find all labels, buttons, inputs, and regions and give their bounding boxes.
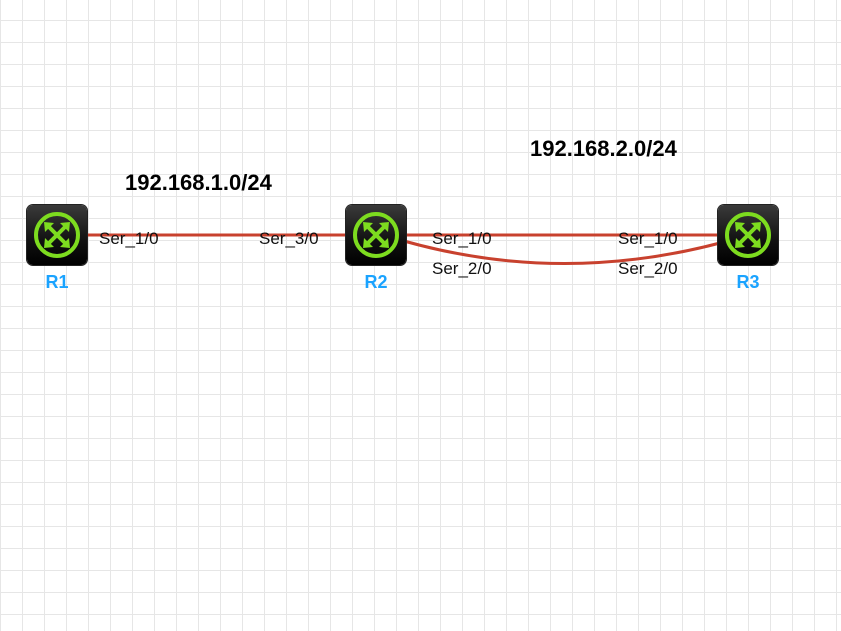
port-label-r2-ser2: Ser_2/0 (432, 259, 492, 278)
router-icon (353, 212, 399, 258)
link-layer (86, 233, 721, 265)
router-r1[interactable] (27, 205, 87, 265)
network-label-2: 192.168.2.0/24 (530, 136, 677, 161)
port-label-r1-ser1: Ser_1/0 (99, 229, 159, 248)
port-label-r2-ser3: Ser_3/0 (259, 229, 319, 248)
port-label-r3-ser1: Ser_1/0 (618, 229, 678, 248)
port-label-r2-ser1: Ser_1/0 (432, 229, 492, 248)
router-label-r2: R2 (364, 272, 388, 292)
router-label-r1: R1 (45, 272, 69, 292)
router-icon (725, 212, 771, 258)
network-label-1: 192.168.1.0/24 (125, 170, 272, 195)
port-label-r3-ser2: Ser_2/0 (618, 259, 678, 278)
router-icon (34, 212, 80, 258)
router-label-r3: R3 (736, 272, 760, 292)
router-r2[interactable] (346, 205, 406, 265)
topology-canvas: 192.168.1.0/24 192.168.2.0/24 Ser_1/0 Se… (0, 0, 841, 631)
router-r3[interactable] (718, 205, 778, 265)
